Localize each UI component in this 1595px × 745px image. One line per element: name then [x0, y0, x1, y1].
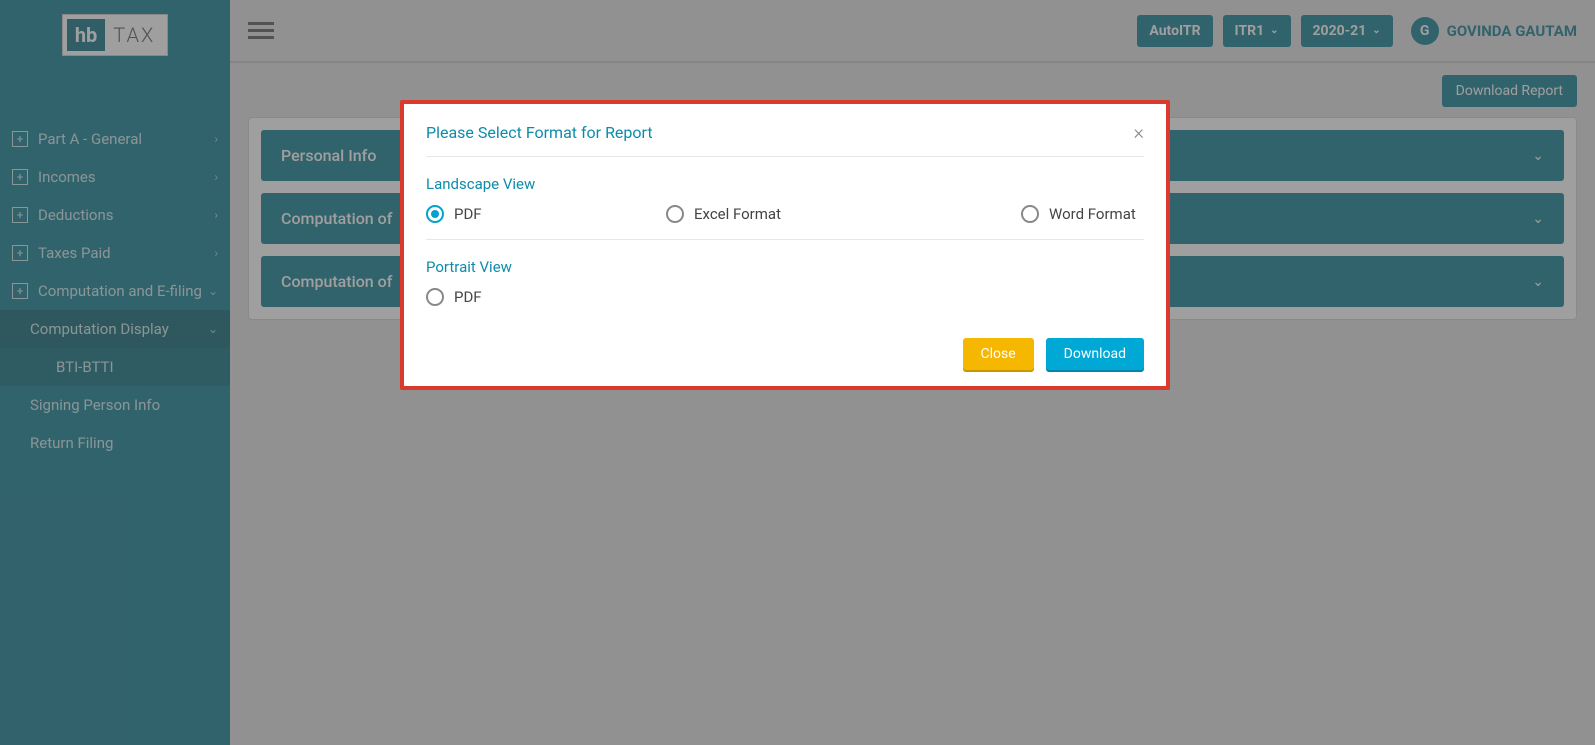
radio-landscape-excel[interactable]: Excel Format: [666, 205, 1021, 223]
radio-label: PDF: [454, 288, 482, 306]
modal-title: Please Select Format for Report: [426, 123, 1134, 142]
modal-footer: Close Download: [426, 338, 1144, 370]
radio-label: Excel Format: [694, 205, 781, 223]
download-button-label: Download: [1064, 346, 1126, 362]
close-button[interactable]: Close: [963, 338, 1034, 370]
radio-icon: [426, 205, 444, 223]
modal-header: Please Select Format for Report ×: [426, 120, 1144, 157]
portrait-section-title: Portrait View: [426, 258, 1144, 276]
landscape-section-title: Landscape View: [426, 175, 1144, 193]
radio-label: PDF: [454, 205, 482, 223]
landscape-radio-group: PDF Excel Format Word Format: [426, 205, 1144, 240]
close-icon[interactable]: ×: [1134, 120, 1144, 144]
radio-icon: [666, 205, 684, 223]
portrait-radio-group: PDF: [426, 288, 1144, 322]
radio-landscape-word[interactable]: Word Format: [1021, 205, 1136, 223]
format-modal: Please Select Format for Report × Landsc…: [400, 100, 1170, 390]
radio-label: Word Format: [1049, 205, 1136, 223]
close-button-label: Close: [981, 346, 1016, 362]
radio-landscape-pdf[interactable]: PDF: [426, 205, 666, 223]
radio-icon: [426, 288, 444, 306]
radio-icon: [1021, 205, 1039, 223]
radio-portrait-pdf[interactable]: PDF: [426, 288, 666, 306]
download-button[interactable]: Download: [1046, 338, 1144, 370]
